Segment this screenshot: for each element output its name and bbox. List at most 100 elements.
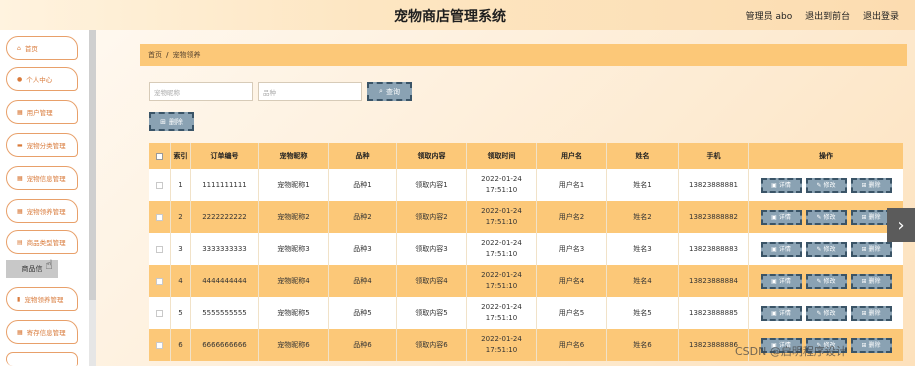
table-row[interactable]: 1 1111111111 宠物昵称1 品种1 领取内容1 2022-01-24 17:51… [149,169,903,201]
row-checkbox[interactable] [156,341,163,349]
detail-button[interactable]: ▣ 详情 [760,209,802,225]
sidebar-item-pet-adopt-2[interactable]: ▮ 宠物领养管理 [6,287,78,311]
table-header-row: 索引 订单编号 宠物昵称 品种 领取内容 领取时间 用户名 姓名 手机 操作 [149,143,903,169]
col-header[interactable]: 领取时间 [467,143,537,169]
delete-label: 删除 [168,117,183,126]
back-front-link[interactable]: 退出到前台 [805,12,850,22]
select-all-checkbox[interactable] [156,152,163,160]
cell-content: 领取内容1 [397,169,467,201]
logout-link[interactable]: 退出登录 [863,12,899,22]
cell-user: 用户名1 [537,169,607,201]
sidebar-item-pet-info[interactable]: ▦ 宠物信息管理 [6,166,78,190]
col-header[interactable]: 姓名 [607,143,679,169]
row-checkbox[interactable] [156,277,163,285]
col-header[interactable]: 宠物昵称 [259,143,329,169]
edit-icon: ✎ [816,309,822,317]
edit-button[interactable]: ✎ 修改 [805,209,847,225]
trash-icon: ⊞ [861,309,867,317]
table-row[interactable]: 2 2222222222 宠物昵称2 品种2 领取内容2 2022-01-24 17:51… [149,201,903,233]
row-select-cell [149,297,171,329]
col-header[interactable]: 品种 [329,143,397,169]
query-label: 查询 [385,87,400,96]
row-delete-button[interactable]: ⊞ 删除 [850,209,892,225]
col-header[interactable]: 索引 [171,143,191,169]
table-row[interactable]: 3 3333333333 宠物昵称3 品种3 领取内容3 2022-01-24 17:51… [149,233,903,265]
next-arrow-icon[interactable]: › [887,208,915,242]
row-select-cell [149,169,171,201]
sidebar-item-profile[interactable]: ● 个人中心 [6,67,78,91]
breadcrumb-home[interactable]: 首页 [148,50,162,60]
pet-name-search-input[interactable]: 宠物昵称 [149,82,253,101]
edit-button[interactable]: ✎ 修改 [805,305,847,321]
doc-icon: ▤ [17,238,23,246]
sidebar-item-label: 用户管理 [26,109,53,117]
detail-icon: ▣ [771,309,777,317]
sidebar-item-home[interactable]: ⌂ 首页 [6,36,78,60]
hand-cursor-icon: ☝ [45,258,53,273]
search-icon: ⌕ [379,87,383,95]
col-header[interactable]: 用户名 [537,143,607,169]
edit-label: 修改 [823,309,836,317]
cell-time: 2022-01-24 17:51:10 [467,297,537,329]
row-delete-button[interactable]: ⊞ 删除 [850,273,892,289]
grid-icon: ▦ [17,108,23,116]
sidebar-item-deposit[interactable]: ▦ 寄存信息管理 [6,320,78,344]
breed-search-input[interactable]: 品种 [258,82,362,101]
col-header[interactable]: 手机 [679,143,749,169]
cell-breed: 品种3 [329,233,397,265]
delete-label: 删除 [868,341,881,349]
edit-label: 修改 [823,181,836,189]
col-header[interactable]: 领取内容 [397,143,467,169]
cell-breed: 品种5 [329,297,397,329]
detail-label: 详情 [778,213,791,221]
trash-icon: ⊞ [861,245,867,253]
cell-user: 用户名6 [537,329,607,361]
detail-label: 详情 [778,309,791,317]
row-delete-button[interactable]: ⊞ 删除 [850,305,892,321]
row-delete-button[interactable]: ⊞ 删除 [850,337,892,353]
batch-delete-button[interactable]: ⊞ 删除 [149,112,194,131]
sidebar-item-partial[interactable] [6,352,78,366]
delete-label: 删除 [868,277,881,285]
row-delete-button[interactable]: ⊞ 删除 [850,241,892,257]
row-checkbox[interactable] [156,309,163,317]
chart-icon: ▮ [17,295,21,303]
edit-label: 修改 [823,277,836,285]
sidebar-item-users[interactable]: ▦ 用户管理 [6,100,78,124]
row-delete-button[interactable]: ⊞ 删除 [850,177,892,193]
detail-button[interactable]: ▣ 详情 [760,273,802,289]
watermark: CSDN @启明程序设计 [735,345,847,358]
sidebar-item-pet-category[interactable]: ▬ 宠物分类管理 [6,133,78,157]
cell-idx: 3 [171,233,191,265]
sidebar-item-pet-adopt[interactable]: ▦ 宠物领养管理 [6,199,78,223]
sidebar-item-label: 首页 [24,45,38,53]
row-checkbox[interactable] [156,181,163,189]
edit-button[interactable]: ✎ 修改 [805,177,847,193]
data-table: 索引 订单编号 宠物昵称 品种 领取内容 领取时间 用户名 姓名 手机 操作 1… [149,143,903,361]
edit-button[interactable]: ✎ 修改 [805,241,847,257]
row-checkbox[interactable] [156,213,163,221]
detail-button[interactable]: ▣ 详情 [760,241,802,257]
delete-label: 删除 [868,213,881,221]
sidebar-item-goods-type[interactable]: ▤ 商品类型管理 [6,230,78,254]
cell-idx: 5 [171,297,191,329]
edit-label: 修改 [823,245,836,253]
detail-button[interactable]: ▣ 详情 [760,305,802,321]
col-header[interactable]: 订单编号 [191,143,259,169]
cell-order: 2222222222 [191,201,259,233]
cell-content: 领取内容2 [397,201,467,233]
row-actions: ▣ 详情 ✎ 修改 ⊞ 删除 [749,201,903,233]
table-row[interactable]: 4 4444444444 宠物昵称4 品种4 领取内容4 2022-01-24 17:51… [149,265,903,297]
row-checkbox[interactable] [156,245,163,253]
table-row[interactable]: 5 5555555555 宠物昵称5 品种5 领取内容5 2022-01-24 17:51… [149,297,903,329]
cell-pet: 宠物昵称1 [259,169,329,201]
query-button[interactable]: ⌕ 查询 [367,82,412,101]
cell-user: 用户名5 [537,297,607,329]
sidebar-scroll-thumb[interactable] [89,30,96,300]
trash-icon: ⊞ [861,277,867,285]
edit-button[interactable]: ✎ 修改 [805,273,847,289]
detail-button[interactable]: ▣ 详情 [760,177,802,193]
breadcrumb-current: 宠物领养 [172,51,201,59]
detail-label: 详情 [778,181,791,189]
col-header: 操作 [819,151,833,160]
